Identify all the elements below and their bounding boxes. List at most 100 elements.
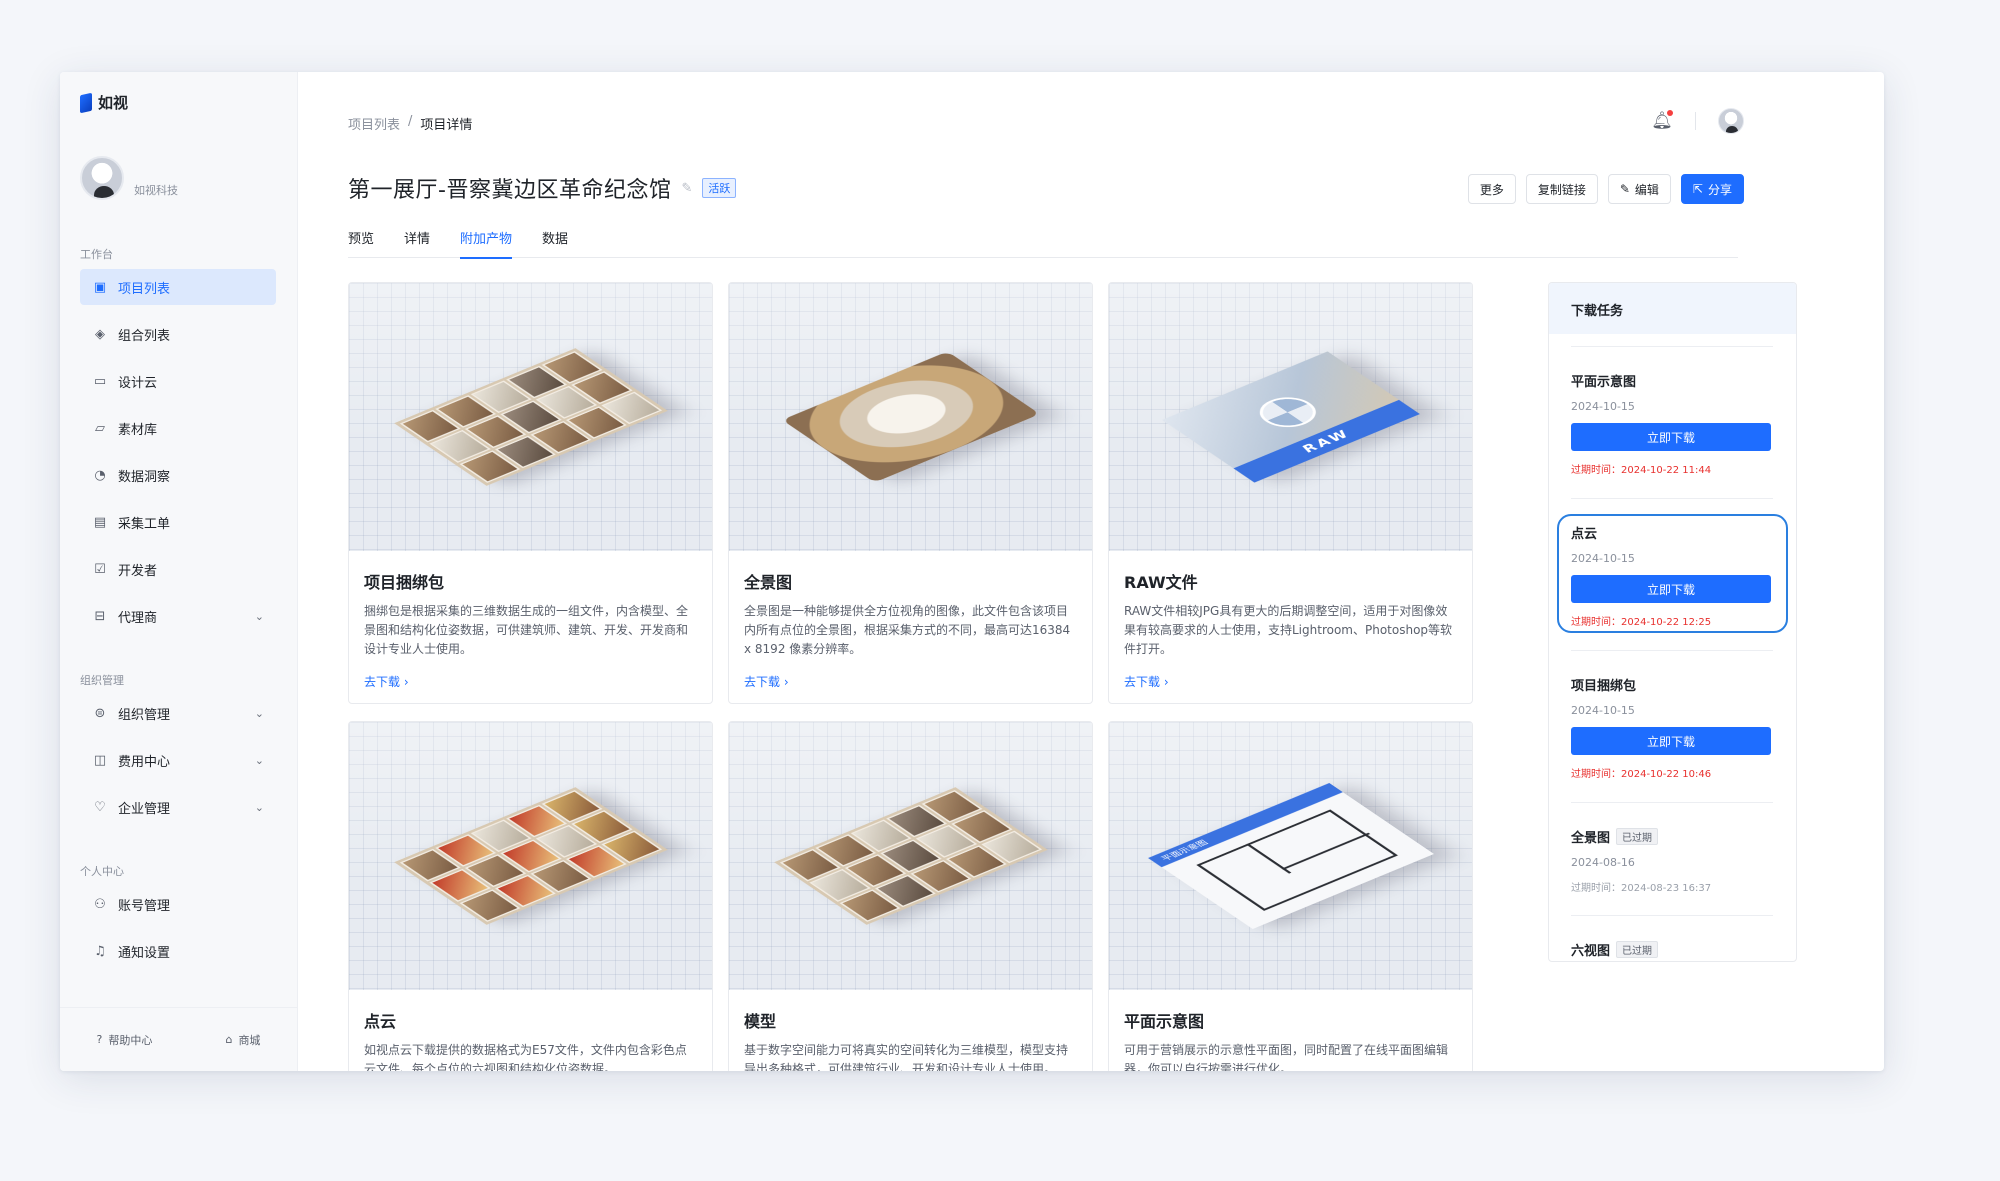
edit-title-icon[interactable]: ✎ — [681, 181, 692, 196]
shop-link[interactable]: ⌂ 商城 — [225, 1032, 260, 1048]
sidebar-item-org[interactable]: ⊜ 组织管理 ⌄ — [80, 695, 276, 731]
panorama-illustration — [781, 351, 1040, 483]
sidebar-item-label: 开发者 — [118, 563, 158, 579]
download-task-item: 点云 2024-10-15 立即下载 过期时间：2024-10-22 12:25 — [1571, 498, 1773, 628]
sidebar-item-label: 组织管理 — [118, 707, 171, 723]
sidebar-item-agents[interactable]: ⊟ 代理商 ⌄ — [80, 598, 276, 634]
shield-icon: ♡ — [94, 799, 106, 815]
download-link-label: 去下载 — [744, 675, 781, 689]
profile[interactable]: 如视科技 — [80, 156, 178, 200]
logo[interactable]: 如视 — [80, 92, 128, 113]
wallet-icon: ◫ — [93, 752, 107, 768]
expired-tag: 已过期 — [1616, 828, 1659, 845]
folder-icon: ▱ — [95, 420, 105, 436]
sidebar-item-design-cloud[interactable]: ▭ 设计云 — [80, 363, 276, 399]
task-name-label: 六视图 — [1571, 944, 1611, 959]
pointcloud-illustration — [393, 787, 668, 925]
download-link[interactable]: 去下载 › — [744, 673, 789, 690]
sidebar-item-work-orders[interactable]: ▤ 采集工单 — [80, 504, 276, 540]
bell-icon: ♫ — [94, 943, 106, 959]
tab-bar: 预览 详情 附加产物 数据 — [348, 224, 1738, 259]
breadcrumb-current: 项目详情 — [420, 118, 473, 133]
task-name: 六视图 已过期 — [1571, 940, 1773, 959]
title-row: 第一展厅-晋察冀边区革命纪念馆 ✎ 活跃 — [348, 172, 737, 204]
breadcrumb: 项目列表 / 项目详情 — [348, 114, 472, 133]
download-now-button[interactable]: 立即下载 — [1571, 423, 1771, 451]
shop-icon: ⌂ — [225, 1033, 233, 1046]
download-now-button[interactable]: 立即下载 — [1571, 727, 1771, 755]
product-card-panorama: 全景图 全景图是一种能够提供全方位视角的图像，此文件包含该项目内所有点位的全景图… — [728, 282, 1093, 704]
task-date: 2024-10-15 — [1571, 400, 1635, 413]
download-link[interactable]: 去下载 › — [1124, 673, 1169, 690]
user-icon: ⚇ — [94, 896, 106, 912]
card-description: 如视点云下载提供的数据格式为E57文件，文件内包含彩色点云文件、每个点位的六视图… — [364, 1043, 687, 1071]
task-name-label: 项目捆绑包 — [1571, 679, 1637, 694]
header-tools: 🔔︎ — [1651, 108, 1744, 134]
sidebar-item-enterprise[interactable]: ♡ 企业管理 ⌄ — [80, 789, 276, 825]
sidebar-item-projects[interactable]: ▣ 项目列表 — [80, 269, 276, 305]
fan-graphic — [1248, 391, 1327, 434]
sidebar-item-label: 通知设置 — [118, 945, 171, 961]
download-panel-title: 下载任务 — [1549, 283, 1796, 334]
sidebar-item-insights[interactable]: ◔ 数据洞察 — [80, 457, 276, 493]
chart-pie-icon: ◔ — [94, 467, 106, 483]
card-description: 全景图是一种能够提供全方位视角的图像，此文件包含该项目内所有点位的全景图，根据采… — [744, 604, 1071, 656]
sidebar-item-materials[interactable]: ▱ 素材库 — [80, 410, 276, 446]
card-image — [349, 722, 712, 990]
tab-preview[interactable]: 预览 — [348, 224, 374, 258]
card-description: RAW文件相较JPG具有更大的后期调整空间，适用于对图像效果有较高要求的人士使用… — [1124, 604, 1453, 656]
download-now-button[interactable]: 立即下载 — [1571, 575, 1771, 603]
tab-data[interactable]: 数据 — [542, 224, 568, 258]
sidebar-item-developer[interactable]: ☑ 开发者 — [80, 551, 276, 587]
card-description: 捆绑包是根据采集的三维数据生成的一组文件，内含模型、全景图和结构化位姿数据，可供… — [364, 604, 689, 656]
group-title-personal: 个人中心 — [80, 865, 124, 878]
breadcrumb-root[interactable]: 项目列表 — [348, 114, 400, 133]
download-link-label: 去下载 — [1124, 675, 1161, 689]
chevron-down-icon: ⌄ — [254, 753, 264, 767]
card-title: 平面示意图 — [1124, 1012, 1205, 1031]
sidebar-item-label: 设计云 — [118, 375, 158, 391]
card-title: 点云 — [364, 1012, 397, 1031]
share-button[interactable]: ⇱ 分享 — [1680, 174, 1744, 204]
task-name: 平面示意图 — [1571, 371, 1773, 390]
page-title: 第一展厅-晋察冀边区革命纪念馆 — [348, 178, 672, 203]
help-center-link[interactable]: ? 帮助中心 — [97, 1032, 153, 1048]
chevron-down-icon: ⌄ — [254, 706, 264, 720]
shop-label: 商城 — [238, 1033, 261, 1047]
sidebar-item-account[interactable]: ⚇ 账号管理 — [80, 886, 276, 922]
more-button[interactable]: 更多 — [1467, 174, 1516, 204]
chevron-down-icon: ⌄ — [254, 800, 264, 814]
sidebar-item-label: 代理商 — [118, 610, 158, 626]
chevron-right-icon: › — [403, 675, 409, 689]
sidebar-item-notifications[interactable]: ♫ 通知设置 — [80, 933, 276, 969]
notification-button[interactable]: 🔔︎ — [1651, 110, 1673, 132]
logo-text: 如视 — [98, 94, 129, 112]
sidebar-item-collections[interactable]: ◈ 组合列表 — [80, 316, 276, 352]
task-date: 2024-10-15 — [1571, 704, 1635, 717]
product-card-pointcloud: 点云 如视点云下载提供的数据格式为E57文件，文件内包含彩色点云文件、每个点位的… — [348, 721, 713, 1071]
raw-illustration: RAW — [1161, 351, 1420, 483]
tab-details[interactable]: 详情 — [404, 224, 430, 258]
task-expire-time: 过期时间：2024-10-22 11:44 — [1571, 465, 1712, 476]
card-title: RAW文件 — [1124, 573, 1198, 592]
download-link[interactable]: 去下载 › — [364, 673, 409, 690]
card-description: 基于数字空间能力可将真实的空间转化为三维模型，模型支持导出多种格式，可供建筑行业… — [744, 1043, 1069, 1071]
download-task-item: 全景图 已过期 2024-08-16 过期时间：2024-08-23 16:37 — [1571, 802, 1773, 894]
layers-icon: ◈ — [95, 326, 105, 342]
download-link-label: 去下载 — [364, 675, 401, 689]
sidebar-item-label: 数据洞察 — [118, 469, 171, 485]
download-task-item: 平面示意图 2024-10-15 立即下载 过期时间：2024-10-22 11… — [1571, 346, 1773, 476]
product-card-floorplan: 平面示意图 平面示意图 可用于营销展示的示意性平面图，同时配置了在线平面图编辑器… — [1108, 721, 1473, 1071]
task-date: 2024-10-15 — [1571, 552, 1635, 565]
model-illustration — [773, 787, 1048, 925]
copy-link-button[interactable]: 复制链接 — [1525, 174, 1598, 204]
tab-attachments[interactable]: 附加产物 — [460, 224, 513, 259]
user-avatar[interactable] — [1718, 108, 1744, 134]
task-name: 项目捆绑包 — [1571, 675, 1773, 694]
task-name-label: 点云 — [1571, 527, 1598, 542]
sidebar-item-billing[interactable]: ◫ 费用中心 ⌄ — [80, 742, 276, 778]
edit-button[interactable]: ✎ 编辑 — [1607, 174, 1671, 204]
edit-label: 编辑 — [1634, 182, 1659, 197]
org-name: 如视科技 — [134, 184, 178, 197]
document-icon: ▤ — [93, 514, 107, 530]
